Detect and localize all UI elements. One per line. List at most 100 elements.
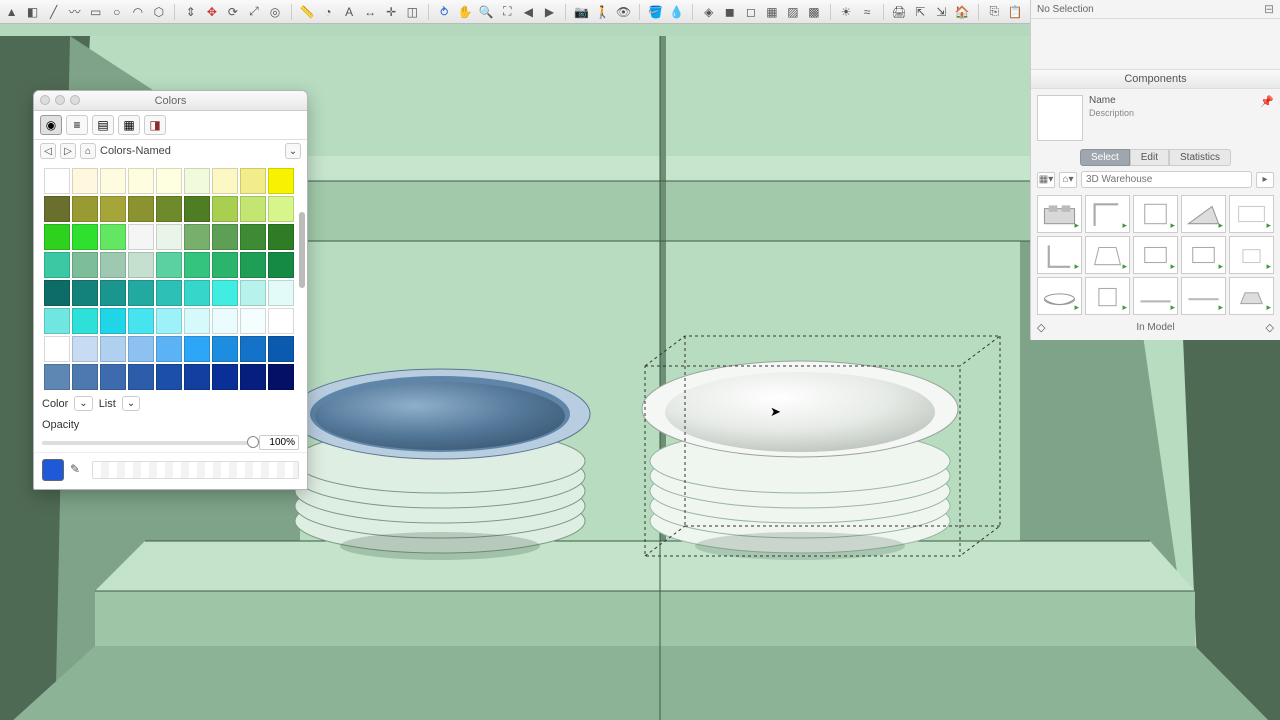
component-thumb[interactable]: ▸ [1181,195,1226,233]
color-swatch[interactable] [72,364,98,390]
pin-icon[interactable]: 📌 [1260,95,1274,141]
zoom-tool-icon[interactable]: 🔍 [479,4,494,20]
component-thumb[interactable]: ▸ [1085,236,1130,274]
pushpull-tool-icon[interactable]: ⇕ [183,4,198,20]
color-swatch[interactable] [240,364,266,390]
tab-statistics[interactable]: Statistics [1169,149,1231,166]
next-view-icon[interactable]: ▶ [542,4,557,20]
color-swatch[interactable] [156,224,182,250]
shaded-style-icon[interactable]: ◼ [722,4,737,20]
list-select[interactable]: ⌄ [122,396,140,411]
color-swatch[interactable] [240,252,266,278]
offset-tool-icon[interactable]: ◎ [268,4,283,20]
color-swatch[interactable] [212,280,238,306]
color-swatch[interactable] [128,364,154,390]
color-swatch[interactable] [184,364,210,390]
color-swatch[interactable] [240,308,266,334]
component-thumb[interactable]: ▸ [1085,195,1130,233]
color-swatch[interactable] [44,168,70,194]
component-thumb[interactable]: ▸ [1229,195,1274,233]
color-swatch[interactable] [156,196,182,222]
next-page-icon[interactable]: ◇ [1266,321,1274,334]
color-swatch[interactable] [72,224,98,250]
wire-style-icon[interactable]: ▦ [764,4,779,20]
opacity-value[interactable]: 100% [259,435,299,450]
sliders-tab-icon[interactable]: ≡ [66,115,88,135]
color-swatch[interactable] [268,336,294,362]
color-swatch[interactable] [240,168,266,194]
tab-select[interactable]: Select [1080,149,1130,166]
fog-icon[interactable]: ≈ [859,4,874,20]
scale-tool-icon[interactable]: ⤢ [246,4,261,20]
color-swatch[interactable] [72,280,98,306]
back-icon[interactable]: ◁ [40,143,56,159]
eraser-tool-icon[interactable]: ◧ [25,4,40,20]
color-swatch[interactable] [128,168,154,194]
swatch-scrollbar[interactable] [299,168,305,386]
circle-tool-icon[interactable]: ○ [109,4,124,20]
color-swatch[interactable] [156,364,182,390]
color-swatch[interactable] [268,196,294,222]
color-swatch[interactable] [156,280,182,306]
color-swatch[interactable] [128,280,154,306]
color-swatch[interactable] [100,224,126,250]
color-swatch[interactable] [72,308,98,334]
color-swatch[interactable] [212,196,238,222]
color-swatch[interactable] [44,336,70,362]
color-swatch[interactable] [100,280,126,306]
colors-panel-title[interactable]: Colors [34,91,307,111]
line-tool-icon[interactable]: ╱ [46,4,61,20]
close-icon[interactable]: ⊟ [1264,2,1274,16]
color-swatch[interactable] [44,280,70,306]
color-swatch[interactable] [128,308,154,334]
color-swatch[interactable] [100,252,126,278]
mono-style-icon[interactable]: ▨ [785,4,800,20]
color-swatch[interactable] [184,308,210,334]
rotate-tool-icon[interactable]: ⟳ [225,4,240,20]
color-swatch[interactable] [72,336,98,362]
export-icon[interactable]: ⇱ [913,4,928,20]
text-tool-icon[interactable]: A [342,4,357,20]
recent-colors-strip[interactable] [92,461,299,479]
view-mode-icon[interactable]: ▦▾ [1037,172,1055,188]
house-icon[interactable]: 🏠 [955,4,970,20]
component-thumb[interactable]: ▸ [1133,236,1178,274]
pan-tool-icon[interactable]: ✋ [458,4,473,20]
axes-tool-icon[interactable]: ✛ [384,4,399,20]
colors-panel[interactable]: Colors ◉ ≡ ▤ ▦ ◨ ◁ ▷ ⌂ Colors-Named ⌄ Co… [33,90,308,490]
color-swatch[interactable] [184,168,210,194]
rect-tool-icon[interactable]: ▭ [88,4,103,20]
xray-style-icon[interactable]: ◈ [701,4,716,20]
model-home-icon[interactable]: ⌂▾ [1059,172,1077,188]
component-thumb[interactable]: ▸ [1229,277,1274,315]
paint-tool-icon[interactable]: 🪣 [648,4,663,20]
color-swatch[interactable] [268,364,294,390]
look-tool-icon[interactable]: 👁 [616,4,631,20]
color-swatch[interactable] [44,224,70,250]
color-swatch[interactable] [212,308,238,334]
search-go-icon[interactable]: ▸ [1256,172,1274,188]
color-swatch[interactable] [268,224,294,250]
color-swatch[interactable] [212,168,238,194]
color-swatch[interactable] [156,308,182,334]
color-swatch[interactable] [184,280,210,306]
color-swatch[interactable] [44,196,70,222]
color-swatch[interactable] [240,196,266,222]
color-swatch[interactable] [156,336,182,362]
color-swatch[interactable] [100,364,126,390]
color-swatch[interactable] [44,364,70,390]
paste-icon[interactable]: 📋 [1008,4,1023,20]
color-swatch[interactable] [268,252,294,278]
prev-page-icon[interactable]: ◇ [1037,321,1045,334]
import-icon[interactable]: ⇲ [934,4,949,20]
color-swatch[interactable] [212,336,238,362]
current-color-swatch[interactable] [42,459,64,481]
protractor-tool-icon[interactable]: ◔ [321,4,336,20]
color-swatch[interactable] [128,224,154,250]
color-swatch[interactable] [184,196,210,222]
walk-tool-icon[interactable]: 🚶 [595,4,610,20]
color-select[interactable]: ⌄ [74,396,92,411]
orbit-tool-icon[interactable]: ⥁ [437,4,452,20]
color-swatch[interactable] [184,224,210,250]
color-wheel-tab-icon[interactable]: ◉ [40,115,62,135]
